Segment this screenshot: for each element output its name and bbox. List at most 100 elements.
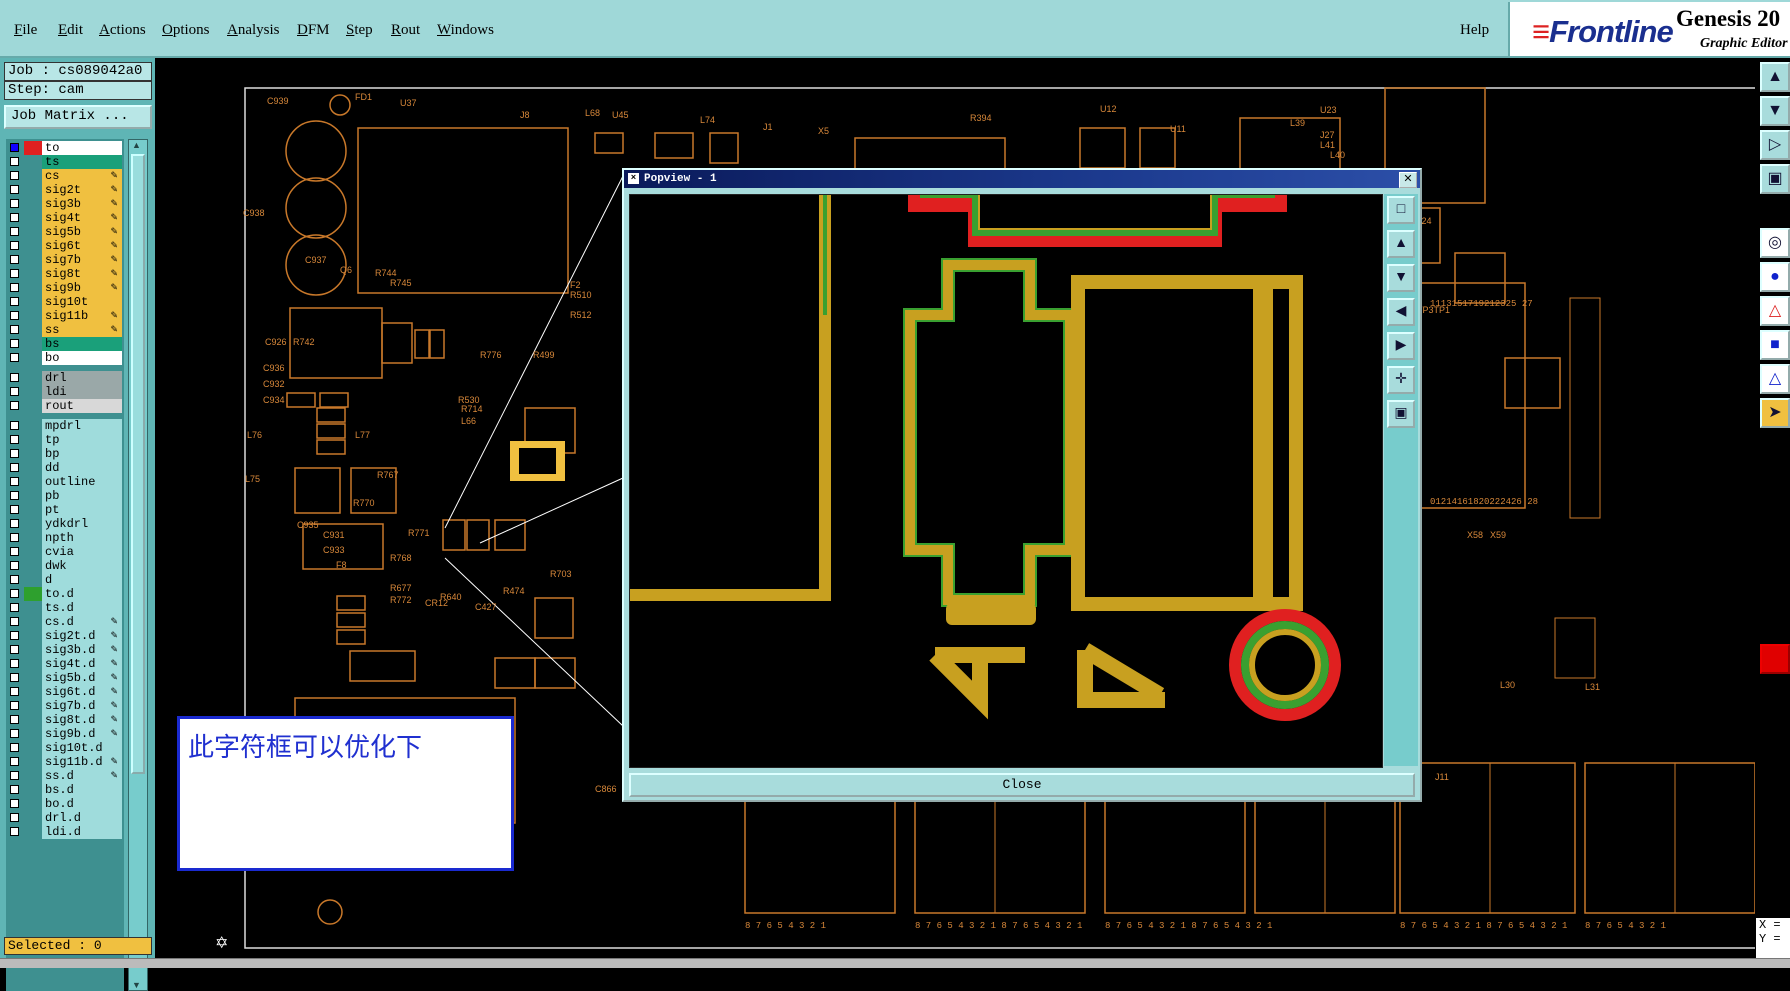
popview-titlebar[interactable]: × Popview - 1 (624, 170, 1420, 188)
layer-checkbox[interactable] (10, 757, 19, 766)
layer-checkbox[interactable] (10, 283, 19, 292)
layer-name[interactable]: d (42, 573, 122, 587)
scroll-up-icon[interactable]: ▲ (132, 140, 141, 150)
layer-up-icon[interactable]: ▲ (1760, 62, 1790, 92)
menu-analysis[interactable]: Analysis (227, 22, 280, 39)
layer-name[interactable]: sig3b ✎ (42, 197, 122, 211)
layer-checkbox[interactable] (10, 463, 19, 472)
zoom-icon[interactable]: ▣ (1760, 164, 1790, 194)
layer-name[interactable]: rout (42, 399, 122, 413)
layer-checkbox[interactable] (10, 659, 19, 668)
layer-row-sig10t-d[interactable]: sig10t.d (6, 741, 124, 755)
layer-color-swatch[interactable] (24, 629, 42, 643)
layer-row-drl[interactable]: drl (6, 371, 124, 385)
menu-actions[interactable]: Actions (99, 22, 146, 39)
zoom-home-icon[interactable]: □ (1387, 196, 1415, 224)
layer-row-sig7b-d[interactable]: sig7b.d ✎ (6, 699, 124, 713)
layer-checkbox[interactable] (10, 771, 19, 780)
layer-checkbox[interactable] (10, 199, 19, 208)
layer-color-swatch[interactable] (24, 323, 42, 337)
layer-name[interactable]: sig2t.d ✎ (42, 629, 122, 643)
layer-color-swatch[interactable] (24, 447, 42, 461)
layer-color-swatch[interactable] (24, 769, 42, 783)
layer-checkbox[interactable] (10, 491, 19, 500)
menu-help[interactable]: Help (1460, 22, 1489, 39)
grid-icon[interactable]: ■ (1760, 330, 1790, 360)
layer-color-swatch[interactable] (24, 825, 42, 839)
layer-checkbox[interactable] (10, 729, 19, 738)
layer-row-sig4t-d[interactable]: sig4t.d ✎ (6, 657, 124, 671)
layer-row-ss[interactable]: ss ✎ (6, 323, 124, 337)
layer-color-swatch[interactable] (24, 685, 42, 699)
layer-row-sig11b[interactable]: sig11b ✎ (6, 309, 124, 323)
layer-color-swatch[interactable] (24, 197, 42, 211)
layer-color-swatch[interactable] (24, 475, 42, 489)
menu-edit[interactable]: Edit (58, 22, 83, 39)
layer-checkbox[interactable] (10, 827, 19, 836)
layer-name[interactable]: pb (42, 489, 122, 503)
layer-row-sig7b[interactable]: sig7b ✎ (6, 253, 124, 267)
layer-name[interactable]: sig9b.d ✎ (42, 727, 122, 741)
layer-row-sig11b-d[interactable]: sig11b.d ✎ (6, 755, 124, 769)
window-menu-icon[interactable]: × (628, 173, 639, 184)
layer-name[interactable]: outline (42, 475, 122, 489)
layer-row-sig8t[interactable]: sig8t ✎ (6, 267, 124, 281)
layer-name[interactable]: sig2t ✎ (42, 183, 122, 197)
layer-checkbox[interactable] (10, 143, 19, 152)
layer-row-sig8t-d[interactable]: sig8t.d ✎ (6, 713, 124, 727)
layer-row-d[interactable]: d (6, 573, 124, 587)
layer-color-swatch[interactable] (24, 461, 42, 475)
net-icon[interactable]: ● (1760, 262, 1790, 292)
layer-name[interactable]: drl (42, 371, 122, 385)
layer-color-swatch[interactable] (24, 531, 42, 545)
layer-color-swatch[interactable] (24, 545, 42, 559)
layer-checkbox[interactable] (10, 449, 19, 458)
scroll-down-icon[interactable]: ▼ (132, 980, 141, 990)
layer-color-swatch[interactable] (24, 169, 42, 183)
layer-row-sig9b-d[interactable]: sig9b.d ✎ (6, 727, 124, 741)
measure-icon[interactable]: ◎ (1760, 228, 1790, 258)
snap-icon[interactable]: △ (1760, 296, 1790, 326)
layer-color-swatch[interactable] (24, 295, 42, 309)
scroll-thumb[interactable] (131, 154, 145, 774)
layer-row-drl-d[interactable]: drl.d (6, 811, 124, 825)
layer-row-npth[interactable]: npth (6, 531, 124, 545)
layer-checkbox[interactable] (10, 547, 19, 556)
layer-name[interactable]: sig4t.d ✎ (42, 657, 122, 671)
layer-color-swatch[interactable] (24, 337, 42, 351)
layer-name[interactable]: sig6t.d ✎ (42, 685, 122, 699)
close-icon[interactable]: ✕ (1399, 172, 1417, 188)
layer-row-bs[interactable]: bs (6, 337, 124, 351)
layer-name[interactable]: sig6t ✎ (42, 239, 122, 253)
layer-name[interactable]: cvia (42, 545, 122, 559)
layer-down-icon[interactable]: ▼ (1760, 96, 1790, 126)
layer-row-ldi[interactable]: ldi (6, 385, 124, 399)
layer-name[interactable]: sig11b.d ✎ (42, 755, 122, 769)
layer-row-tp[interactable]: tp (6, 433, 124, 447)
layer-name[interactable]: bs.d (42, 783, 122, 797)
layer-row-sig10t[interactable]: sig10t (6, 295, 124, 309)
select-pointer-icon[interactable]: ➤ (1760, 398, 1790, 428)
layer-checkbox[interactable] (10, 339, 19, 348)
layer-row-cvia[interactable]: cvia (6, 545, 124, 559)
layer-color-swatch[interactable] (24, 741, 42, 755)
layer-color-swatch[interactable] (24, 141, 42, 155)
layer-checkbox[interactable] (10, 297, 19, 306)
layer-color-swatch[interactable] (24, 797, 42, 811)
layer-row-bo-d[interactable]: bo.d (6, 797, 124, 811)
layer-name[interactable]: sig10t.d (42, 741, 122, 755)
layer-checkbox[interactable] (10, 687, 19, 696)
layer-color-swatch[interactable] (24, 309, 42, 323)
layer-name[interactable]: sig4t ✎ (42, 211, 122, 225)
layer-checkbox[interactable] (10, 185, 19, 194)
layer-checkbox[interactable] (10, 799, 19, 808)
layer-checkbox[interactable] (10, 785, 19, 794)
layer-color-swatch[interactable] (24, 211, 42, 225)
layer-name[interactable]: sig5b ✎ (42, 225, 122, 239)
layer-name[interactable]: bp (42, 447, 122, 461)
layer-name[interactable]: ldi (42, 385, 122, 399)
layer-row-cs[interactable]: cs ✎ (6, 169, 124, 183)
layer-checkbox[interactable] (10, 255, 19, 264)
layer-checkbox[interactable] (10, 269, 19, 278)
layer-color-swatch[interactable] (24, 783, 42, 797)
